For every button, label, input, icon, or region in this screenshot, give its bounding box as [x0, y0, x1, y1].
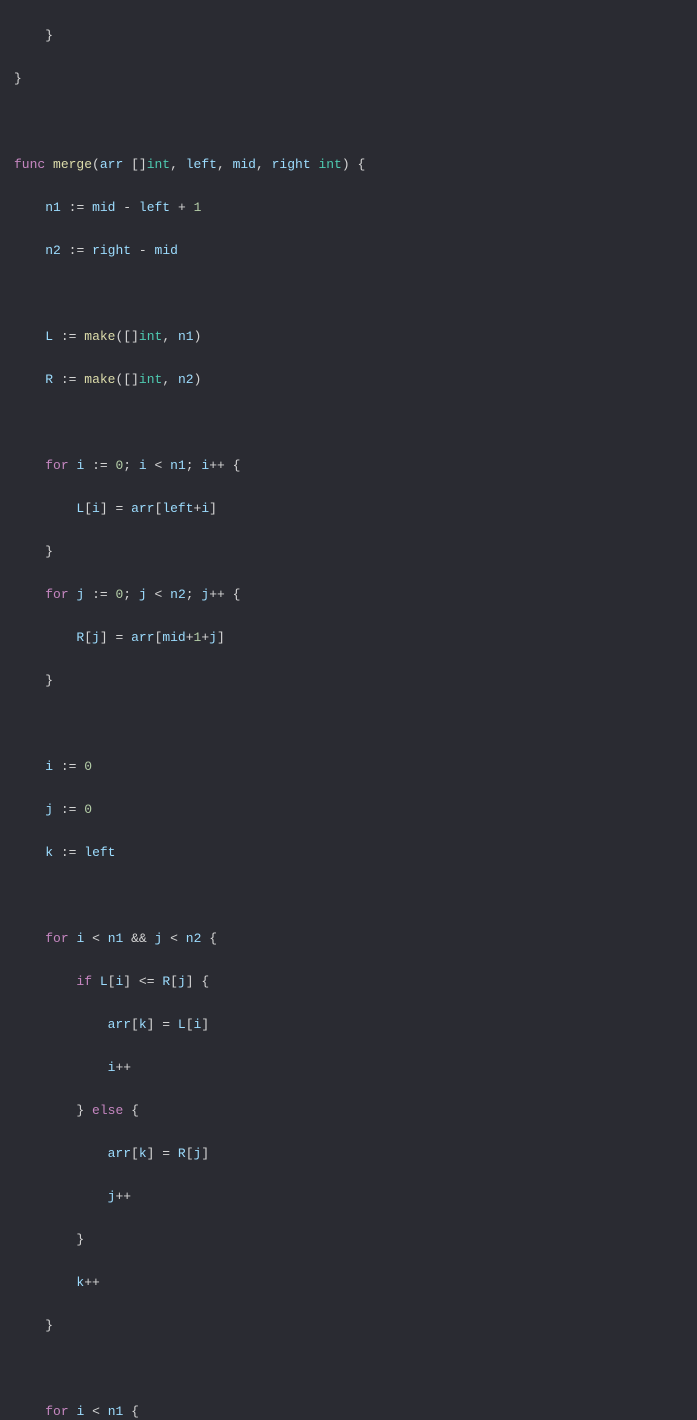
code-line: k++: [14, 1272, 697, 1294]
code-line: j := 0: [14, 799, 697, 821]
code-line: R := make([]int, n2): [14, 369, 697, 391]
code-line: [14, 1358, 697, 1380]
code-line: }: [14, 68, 697, 90]
code-line: } else {: [14, 1100, 697, 1122]
code-line: }: [14, 670, 697, 692]
code-line: for i < n1 {: [14, 1401, 697, 1420]
code-line: for i := 0; i < n1; i++ {: [14, 455, 697, 477]
code-line: }: [14, 1229, 697, 1251]
code-line: func merge(arr []int, left, mid, right i…: [14, 154, 697, 176]
code-line: L := make([]int, n1): [14, 326, 697, 348]
code-line: n1 := mid - left + 1: [14, 197, 697, 219]
code-line: k := left: [14, 842, 697, 864]
code-line: if L[i] <= R[j] {: [14, 971, 697, 993]
code-line: arr[k] = R[j]: [14, 1143, 697, 1165]
code-line: for j := 0; j < n2; j++ {: [14, 584, 697, 606]
code-line: R[j] = arr[mid+1+j]: [14, 627, 697, 649]
code-line: }: [14, 1315, 697, 1337]
code-line: n2 := right - mid: [14, 240, 697, 262]
code-line: L[i] = arr[left+i]: [14, 498, 697, 520]
code-line: j++: [14, 1186, 697, 1208]
code-line: i := 0: [14, 756, 697, 778]
code-line: i++: [14, 1057, 697, 1079]
code-line: for i < n1 && j < n2 {: [14, 928, 697, 950]
code-line: [14, 412, 697, 434]
code-line: }: [14, 25, 697, 47]
code-line: }: [14, 541, 697, 563]
code-editor[interactable]: } } func merge(arr []int, left, mid, rig…: [0, 0, 697, 1420]
code-line: [14, 885, 697, 907]
code-line: [14, 283, 697, 305]
code-line: [14, 713, 697, 735]
code-line: [14, 111, 697, 133]
code-line: arr[k] = L[i]: [14, 1014, 697, 1036]
